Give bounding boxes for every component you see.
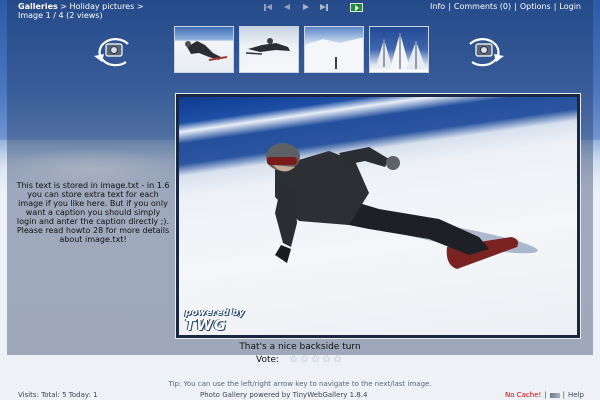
breadcrumb-separator: > xyxy=(60,2,67,11)
star-icon[interactable]: ★ xyxy=(333,354,342,365)
star-icon[interactable]: ★ xyxy=(300,354,309,365)
info-link[interactable]: Info xyxy=(430,2,445,11)
rotate-right-icon xyxy=(469,38,504,67)
thumbnail-1[interactable] xyxy=(174,26,234,73)
help-link[interactable]: Help xyxy=(568,391,584,399)
breadcrumb-galleries[interactable]: Galleries xyxy=(18,2,58,11)
rotate-left-icon xyxy=(94,38,129,67)
thumbnail-2[interactable] xyxy=(239,26,299,73)
snowy-trees-thumbnail-image xyxy=(376,33,426,69)
thumbnail-strip xyxy=(174,26,429,73)
breadcrumb: Galleries > Holiday pictures > Image 1 /… xyxy=(18,2,144,20)
powered-by-twg-logo: powered by TWG xyxy=(185,309,244,334)
breadcrumb-separator: > xyxy=(136,2,144,11)
image-navigation xyxy=(262,3,334,13)
snowboarder-figure xyxy=(266,143,519,269)
powered-by-footer: Photo Gallery powered by TinyWebGallery … xyxy=(200,391,367,399)
navigation-tip: Tip: You can use the left/right arrow ke… xyxy=(168,380,432,388)
visit-counter: Visits: Total: 5 Today: 1 xyxy=(18,391,98,399)
star-icon[interactable]: ★ xyxy=(322,354,331,365)
previous-arrow-icon[interactable] xyxy=(280,3,298,13)
vote-stars: ★ ★ ★ ★ ★ xyxy=(289,354,342,365)
main-image-frame: powered by TWG xyxy=(175,93,581,339)
snowboarder-thumbnail-image xyxy=(245,38,290,55)
last-arrow-icon[interactable] xyxy=(316,3,334,13)
star-icon[interactable]: ★ xyxy=(311,354,320,365)
snowboarder-thumbnail-image xyxy=(185,41,228,61)
image-caption: That's a nice backside turn xyxy=(239,342,361,352)
footer-separator: | xyxy=(544,391,547,399)
comments-link[interactable]: Comments (0) xyxy=(454,2,511,11)
star-icon[interactable]: ★ xyxy=(289,354,298,365)
snowy-slope-thumbnail-image xyxy=(305,37,363,72)
vote-widget: Vote: ★ ★ ★ ★ ★ xyxy=(256,354,342,365)
breadcrumb-album[interactable]: Holiday pictures xyxy=(70,2,135,11)
thumbnail-4[interactable] xyxy=(369,26,429,73)
top-bar: Galleries > Holiday pictures > Image 1 /… xyxy=(0,0,600,20)
options-link[interactable]: Options xyxy=(520,2,551,11)
image-position: Image 1 / 4 (2 views) xyxy=(18,11,103,20)
footer-separator: | xyxy=(562,391,566,399)
login-link[interactable]: Login xyxy=(559,2,581,11)
main-image[interactable]: powered by TWG xyxy=(179,97,577,335)
tinywebgallery-link[interactable]: Photo Gallery powered by TinyWebGallery … xyxy=(200,391,367,399)
slideshow-icon[interactable] xyxy=(350,3,363,12)
link-separator: | xyxy=(448,2,451,11)
top-links: Info | Comments (0) | Options | Login xyxy=(430,2,581,11)
thumbnail-3[interactable] xyxy=(304,26,364,73)
next-arrow-icon[interactable] xyxy=(298,3,316,13)
zoom-slider-icon[interactable] xyxy=(549,392,560,398)
rotate-right-button[interactable] xyxy=(462,34,506,70)
first-arrow-icon[interactable] xyxy=(262,3,280,13)
no-cache-warning: No Cache! xyxy=(504,391,542,399)
footer-links: No Cache! | | Help xyxy=(505,391,584,399)
twg-logo-text: TWG xyxy=(185,316,228,334)
image-description: This text is stored in image.txt - in 1.… xyxy=(16,181,170,244)
link-separator: | xyxy=(514,2,517,11)
vote-label: Vote: xyxy=(256,354,280,365)
rotate-left-button[interactable] xyxy=(92,34,136,70)
